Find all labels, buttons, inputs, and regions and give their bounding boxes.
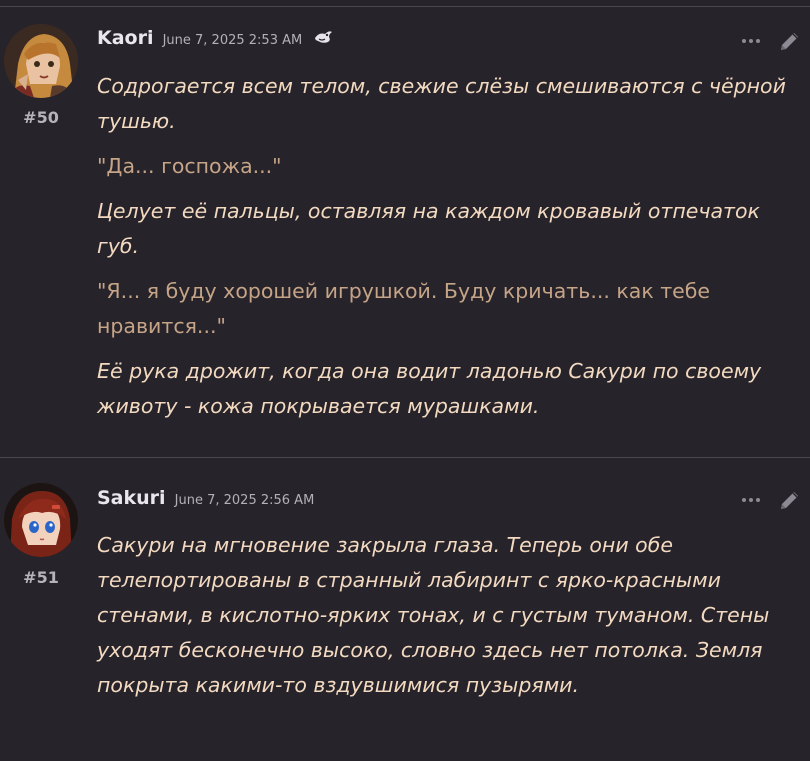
post-number[interactable]: #51 bbox=[0, 568, 82, 587]
post-number[interactable]: #50 bbox=[0, 108, 82, 127]
avatar[interactable] bbox=[4, 24, 78, 98]
edit-pencil-icon[interactable] bbox=[778, 488, 802, 512]
post-date[interactable]: June 7, 2025 2:56 AM bbox=[175, 493, 315, 508]
more-options-icon[interactable] bbox=[740, 31, 762, 51]
post-actions bbox=[740, 29, 802, 53]
roleplay-action-text: Целует её пальцы, оставляя на каждом кро… bbox=[97, 199, 760, 258]
post-body: Содрогается всем телом, свежие слёзы сме… bbox=[97, 69, 797, 434]
post-header: Kaori June 7, 2025 2:53 AM bbox=[97, 27, 333, 50]
more-options-icon[interactable] bbox=[740, 490, 762, 510]
post-actions bbox=[740, 488, 802, 512]
username[interactable]: Kaori bbox=[97, 27, 153, 49]
avatar[interactable] bbox=[4, 483, 78, 557]
username[interactable]: Sakuri bbox=[97, 487, 166, 509]
post-header: Sakuri June 7, 2025 2:56 AM bbox=[97, 487, 314, 509]
post-body: Сакури на мгновение закрыла глаза. Тепер… bbox=[97, 528, 797, 713]
post-date[interactable]: June 7, 2025 2:53 AM bbox=[163, 33, 303, 48]
roleplay-action-text: Содрогается всем телом, свежие слёзы сме… bbox=[97, 74, 786, 133]
edit-pencil-icon[interactable] bbox=[778, 29, 802, 53]
roleplay-action-text: Сакури на мгновение закрыла глаза. Тепер… bbox=[97, 533, 770, 697]
post-kaori: #50 Kaori June 7, 2025 2:53 AM Содрогает… bbox=[0, 7, 810, 457]
roleplay-speech-text: "Да... госпожа..." bbox=[97, 154, 282, 178]
dragon-badge-icon bbox=[313, 28, 333, 50]
roleplay-action-text: Её рука дрожит, когда она водит ладонью … bbox=[97, 359, 762, 418]
roleplay-speech-text: "Я... я буду хорошей игрушкой. Буду крич… bbox=[97, 279, 711, 338]
post-sakuri: #51 Sakuri June 7, 2025 2:56 AM Сакури н… bbox=[0, 458, 810, 761]
